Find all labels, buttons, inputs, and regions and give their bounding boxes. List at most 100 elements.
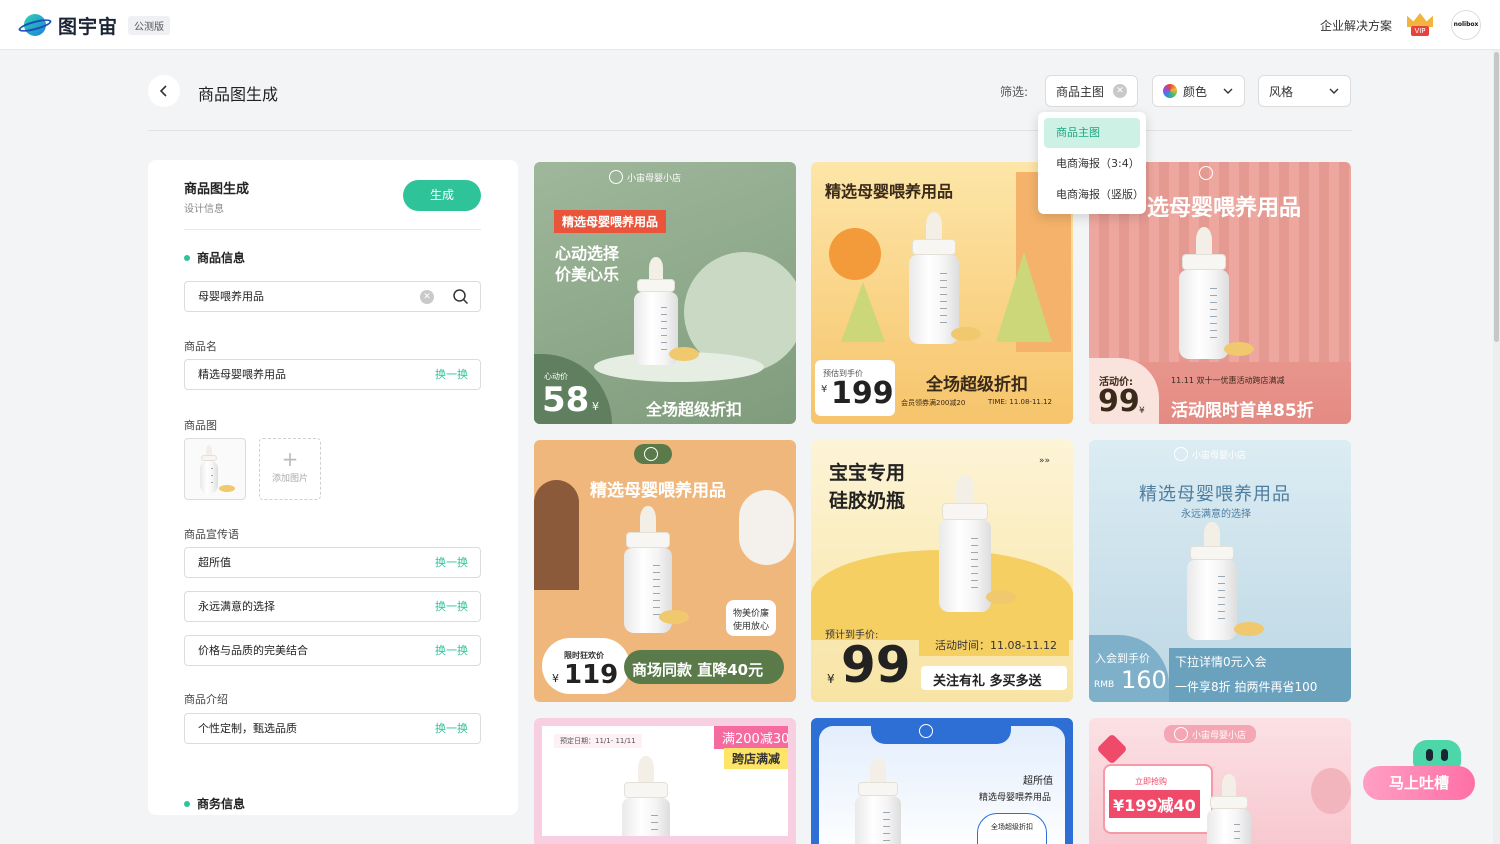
product-search-input[interactable]: 母婴喂养用品 ✕ [184,281,481,312]
slogan-label: 商品宣传语 [184,528,239,541]
color-filter-select[interactable]: 颜色 [1152,75,1245,107]
currency: ¥ [821,384,828,395]
currency: ¥ [552,672,559,685]
pacifier-icon [951,327,981,341]
arrow-icon: »» [1039,456,1051,466]
time-note: 活动时间：11.08-11.12 [935,639,1057,652]
vip-label: VIP [1411,26,1429,36]
brand-name: 小宙母婴小店 [1192,730,1247,741]
style-filter-select[interactable]: 风格 [1258,75,1351,107]
section-dot-icon [184,254,190,261]
card-title: 精选母婴喂养用品 [590,481,726,501]
result-card-6[interactable]: 小宙母婴小店 精选母婴喂养用品 永远满意的选择 入会到手价 RMB 160 下拉… [1089,440,1351,702]
add-image-button[interactable]: + 添加图片 [259,438,321,500]
pacifier-icon [1224,342,1254,356]
chevron-left-icon [159,85,167,97]
panel-divider [184,229,481,230]
app-logo[interactable]: 图宇宙 公测版 [17,11,171,39]
vip-crown-icon[interactable]: VIP [1405,13,1435,37]
promo-text: 商场同款 直降40元 [632,661,764,679]
beta-badge: 公测版 [128,15,171,35]
pacifier-icon [669,347,699,361]
swap-button[interactable]: 换一换 [435,636,468,665]
card-text: 精选母婴喂养用品 [979,793,1052,803]
promo-text: 一件享8折 拍两件再省100 [1175,680,1318,694]
promo-text: 全场超级折扣 [646,400,743,419]
intro-value: 个性定制，甄选品质 [198,722,297,735]
avatar[interactable]: nolibox [1451,10,1481,40]
intro-field[interactable]: 个性定制，甄选品质 换一换 [184,713,481,744]
brand-strip [919,724,937,738]
product-name-field[interactable]: 精选母婴喂养用品 换一换 [184,359,481,390]
slogan-field-3[interactable]: 价格与品质的完美结合 换一换 [184,635,481,666]
slogan-field-2[interactable]: 永远满意的选择 换一换 [184,591,481,622]
section-business-info: 商务信息 [184,795,245,812]
card-text: 超所值 [1023,776,1053,787]
result-card-7[interactable]: 预定日期：11/1- 11/11 满200减30 跨店满减 [534,718,796,844]
dropdown-option-poster-vertical[interactable]: 电商海报（竖版） [1044,180,1144,210]
result-card-9[interactable]: 小宙母婴小店 立即抢购 ¥199减40 [1089,718,1351,844]
currency: RMB [1094,680,1115,690]
feedback-widget[interactable]: 马上吐槽 [1363,740,1477,802]
swap-button[interactable]: 换一换 [435,592,468,621]
brand-strip [634,444,672,464]
type-filter-select[interactable]: 商品主图 ✕ [1045,75,1138,107]
currency: ¥ [1139,406,1145,416]
app-name: 图宇宙 [58,15,119,38]
brand-strip [1199,166,1217,180]
result-card-5[interactable]: 宝宝专用 硅胶奶瓶 »» 预计到手价: ¥ 99 活动时间：11.08-11.1… [811,440,1073,702]
generate-button[interactable]: 生成 [403,180,481,211]
clear-icon[interactable]: ✕ [420,290,434,304]
product-image-thumbnail[interactable] [184,438,246,500]
bubble-text: 使用放心 [733,622,770,632]
enterprise-solutions-link[interactable]: 企业解决方案 [1320,17,1392,34]
price: 99 [841,636,911,694]
card-title: 精选母婴喂养用品 [825,182,954,201]
planet-logo-icon [17,11,53,39]
promo-text: 全场超级折扣 [926,375,1028,395]
card-slogan: 价美心乐 [555,265,620,284]
brand-strip: 小宙母婴小店 [609,170,681,184]
section-product-info: 商品信息 [184,249,245,266]
type-filter-value: 商品主图 [1056,84,1105,99]
time-note: TIME: 11.08-11.12 [988,398,1052,406]
brand-strip: 小宙母婴小店 [1174,447,1246,461]
style-filter-value: 风格 [1269,84,1294,99]
currency: ¥ [827,672,835,686]
baby-bottle-icon [1169,227,1239,362]
section-dot-icon [184,800,190,807]
price: 58 [542,380,590,420]
swap-button[interactable]: 换一换 [435,548,468,577]
baby-bottle-icon [1199,774,1259,844]
card-tag: 精选母婴喂养用品 [554,210,667,233]
slogan-field-1[interactable]: 超所值 换一换 [184,547,481,578]
brand-logo-icon [1199,166,1213,180]
dropdown-option-poster-3-4[interactable]: 电商海报（3:4） [1044,149,1140,179]
filter-label: 筛选: [1000,85,1029,99]
promo-text: 关注有礼 多买多送 [933,674,1042,689]
top-bar: 图宇宙 公测版 企业解决方案 VIP nolibox [0,0,1500,50]
swap-button[interactable]: 换一换 [435,360,468,389]
search-icon[interactable] [452,288,469,305]
back-button[interactable] [148,75,180,107]
result-card-8[interactable]: 超所值 精选母婴喂养用品 全场超级折扣 [811,718,1073,844]
swap-button[interactable]: 换一换 [435,714,468,743]
product-name-value: 精选母婴喂养用品 [198,368,286,381]
result-card-1[interactable]: 小宙母婴小店 精选母婴喂养用品 心动选择 价美心乐 心动价 58 ¥ 全场超级折… [534,162,796,424]
dropdown-option-main-image[interactable]: 商品主图 [1044,118,1140,148]
feedback-button[interactable]: 马上吐槽 [1363,766,1475,800]
scrollbar-thumb[interactable] [1494,52,1499,342]
promo-text: 活动限时首单85折 [1171,401,1314,421]
result-card-4[interactable]: 精选母婴喂养用品 物美价廉 使用放心 限时狂欢价 ¥ 119 商场同款 直降40… [534,440,796,702]
clear-icon[interactable]: ✕ [1113,84,1127,98]
slogan-value: 永远满意的选择 [198,600,275,613]
brand-name: 小宙母婴小店 [627,173,682,184]
baby-bottle-icon [612,756,680,836]
price: 119 [564,660,619,690]
result-card-2[interactable]: 精选母婴喂养用品 预估到手价 ¥ 199 全场超级折扣 会员领券满200减20 … [811,162,1073,424]
card-title: 选母婴喂养用品 [1147,196,1302,221]
brand-strip: 小宙母婴小店 [1164,725,1257,743]
price: ¥199减40 [1109,790,1200,818]
price: 199 [831,376,894,411]
brand-logo-icon [1174,727,1188,741]
